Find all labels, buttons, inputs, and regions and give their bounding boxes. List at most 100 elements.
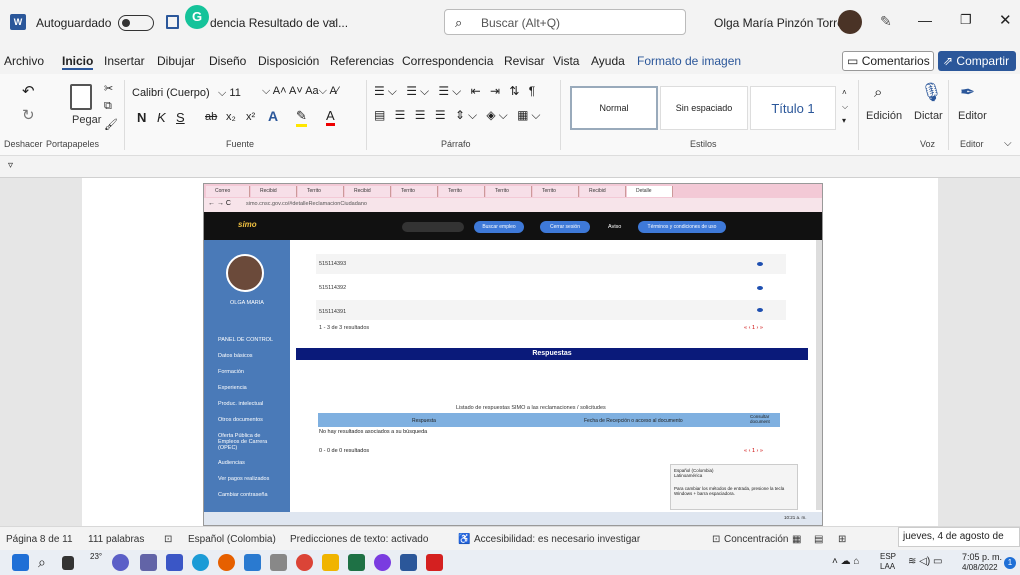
accessibility-status[interactable]: Accesibilidad: es necesario investigar	[474, 534, 640, 545]
style-sin-espaciado[interactable]: Sin espaciado	[660, 86, 748, 130]
sidebar-item[interactable]: Oferta Pública de Empleos de Carrera (OP…	[218, 433, 282, 451]
chat-icon[interactable]	[112, 554, 129, 571]
tray-icons[interactable]: ˄ ☁ ⌂	[832, 556, 859, 567]
cerrar-sesion-button[interactable]: Cerrar sesión	[540, 221, 590, 233]
task-view-icon[interactable]	[62, 556, 74, 570]
tray-date[interactable]: 4/08/2022	[962, 563, 998, 572]
site-search-input[interactable]	[402, 222, 464, 232]
page-scrollbar[interactable]	[1008, 178, 1020, 526]
sidebar-item[interactable]: Datos básicos	[218, 353, 253, 359]
search-taskbar-icon[interactable]: ⌕	[38, 554, 46, 571]
dictate-label[interactable]: Dictar	[914, 110, 943, 122]
italic-button[interactable]: K	[157, 110, 166, 125]
terminos-button[interactable]: Términos y condiciones de uso	[638, 221, 726, 233]
chrome-icon[interactable]	[296, 554, 313, 571]
search-box[interactable]: ⌕ Buscar (Alt+Q)	[444, 9, 686, 35]
focus-icon[interactable]: ⊡	[712, 534, 720, 545]
editor-label[interactable]: Editor	[958, 110, 987, 122]
read-mode-icon[interactable]: ▦	[792, 534, 801, 545]
embedded-screenshot[interactable]: Correo Recibid Territo Recibid Territo T…	[203, 183, 823, 526]
editor-icon[interactable]: ✒	[960, 82, 975, 103]
menu-ayuda[interactable]: Ayuda	[591, 54, 625, 68]
language[interactable]: Español (Colombia)	[188, 534, 276, 545]
buscar-empleo-button[interactable]: Buscar empleo	[474, 221, 524, 233]
notification-badge[interactable]: 1	[1004, 557, 1016, 569]
title-chevron-icon[interactable]: ⌵	[328, 15, 336, 28]
font-color-icon[interactable]: A	[326, 108, 335, 126]
font-size-grow-icon[interactable]: ⌵ A˄ A˅ Aa⌵ A⁄	[262, 85, 339, 98]
accessibility-icon[interactable]: ♿	[458, 534, 470, 545]
sidebar-item[interactable]: PANEL DE CONTROL	[218, 337, 273, 343]
sidebar-item[interactable]: Formación	[218, 369, 244, 375]
highlight-icon[interactable]: ✎	[296, 108, 307, 127]
user-avatar[interactable]	[838, 10, 862, 34]
windows-start-icon[interactable]	[12, 554, 29, 571]
wifi-sound-icons[interactable]: ≋ ◁) ▭	[908, 556, 942, 567]
redo-icon[interactable]: ↻	[22, 106, 35, 124]
pager-2[interactable]: « ‹ 1 › »	[744, 448, 763, 454]
save-icon[interactable]	[166, 15, 179, 29]
teams-icon[interactable]	[140, 554, 157, 571]
qat-customize-icon[interactable]: ▿	[8, 160, 13, 171]
paint-icon[interactable]	[374, 554, 391, 571]
tray-lang[interactable]: ESP	[880, 552, 896, 561]
app-icon[interactable]	[244, 554, 261, 571]
search-ribbon-icon[interactable]: ⌕	[874, 84, 882, 101]
cut-icon[interactable]: ✂	[104, 82, 113, 95]
web-layout-icon[interactable]: ⊞	[838, 534, 846, 545]
edicion-label[interactable]: Edición	[866, 110, 902, 122]
tray-lang2[interactable]: LAA	[880, 562, 895, 571]
strikethrough-button[interactable]: ab	[205, 111, 217, 123]
acrobat-icon[interactable]	[426, 554, 443, 571]
format-painter-icon[interactable]: 🖌	[104, 118, 118, 131]
firefox-icon[interactable]	[218, 554, 235, 571]
print-layout-icon[interactable]: ▤	[814, 534, 823, 545]
menu-revisar[interactable]: Revisar	[504, 54, 545, 68]
autosave-toggle[interactable]	[118, 15, 154, 31]
minimize-icon[interactable]: —	[918, 12, 932, 28]
close-icon[interactable]: ✕	[999, 11, 1012, 29]
photos-icon[interactable]	[166, 554, 183, 571]
sidebar-item[interactable]: Ver pagos realizados	[218, 476, 269, 482]
page-count[interactable]: Página 8 de 11	[6, 534, 73, 545]
excel-icon[interactable]	[348, 554, 365, 571]
explorer-icon[interactable]	[322, 554, 339, 571]
bullets-icon[interactable]: ☰⌵ ☰⌵ ☰⌵ ⇤ ⇥ ⇅ ¶	[374, 84, 538, 99]
restore-icon[interactable]: ❐	[960, 12, 972, 28]
copy-icon[interactable]: ⧉	[104, 100, 112, 113]
font-name-select[interactable]: Calibri (Cuerpo)	[132, 84, 214, 102]
sidebar-item[interactable]: Cambiar contraseña	[218, 492, 268, 498]
menu-referencias[interactable]: Referencias	[330, 54, 394, 68]
align-icons[interactable]: ▤ ☰ ☰ ☰ ⇕⌵ ◈⌵ ▦⌵	[374, 108, 544, 123]
paste-icon[interactable]	[70, 84, 92, 110]
style-normal[interactable]: Normal	[570, 86, 658, 130]
menu-vista[interactable]: Vista	[553, 54, 579, 68]
user-name[interactable]: Olga María Pinzón Torres	[714, 16, 850, 30]
text-effects-icon[interactable]: A	[268, 108, 278, 124]
view-eye-icon[interactable]	[757, 262, 763, 266]
superscript-button[interactable]: x²	[246, 111, 255, 123]
edge-icon[interactable]	[192, 554, 209, 571]
word-count[interactable]: 111 palabras	[88, 534, 144, 545]
sidebar-item[interactable]: Otros documentos	[218, 417, 263, 423]
menu-correspondencia[interactable]: Correspondencia	[402, 54, 493, 68]
style-titulo-1[interactable]: Título 1	[750, 86, 836, 130]
view-eye-icon[interactable]	[757, 286, 763, 290]
inner-scrollbar[interactable]	[816, 240, 822, 510]
aviso-link[interactable]: Aviso	[608, 224, 621, 230]
paste-label[interactable]: Pegar	[72, 114, 101, 126]
grammarly-icon[interactable]: G	[185, 5, 209, 29]
word-taskbar-icon[interactable]	[400, 554, 417, 571]
browser-nav-icons[interactable]: ← → C	[208, 200, 231, 207]
comments-button[interactable]: ▭ Comentarios	[842, 51, 934, 71]
proofing-icon[interactable]: ⊡	[164, 534, 172, 545]
font-size-select[interactable]: ⌵ 11	[218, 84, 254, 102]
bold-button[interactable]: N	[137, 110, 146, 125]
focus-mode[interactable]: Concentración	[724, 534, 788, 545]
notepad-icon[interactable]	[270, 554, 287, 571]
weather-temp[interactable]: 23°	[90, 552, 102, 561]
menu-insertar[interactable]: Insertar	[104, 54, 145, 68]
menu-diseno[interactable]: Diseño	[209, 54, 246, 68]
sidebar-item[interactable]: Experiencia	[218, 385, 247, 391]
view-eye-icon[interactable]	[757, 308, 763, 312]
